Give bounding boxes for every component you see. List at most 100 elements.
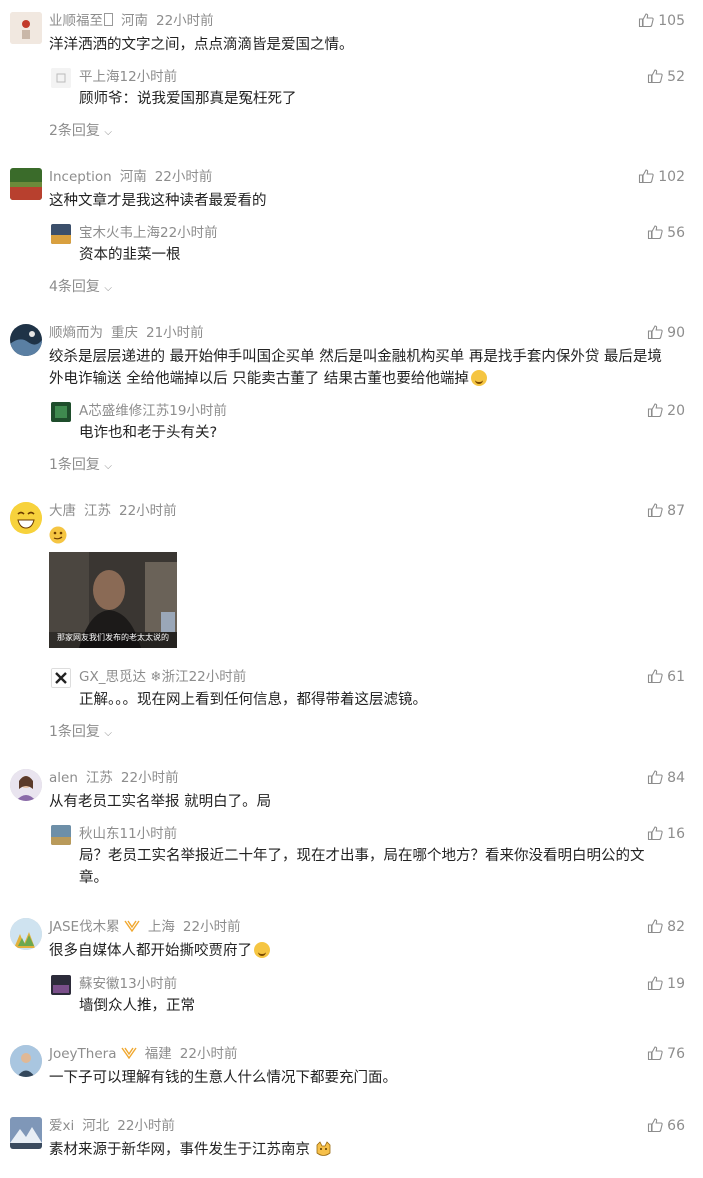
reply-username[interactable]: A芯盛维修 [79,403,142,419]
comment-text: 洋洋洒洒的文字之间，点点滴滴皆是爱国之情。 [49,37,354,53]
timestamp: 22小时前 [119,503,177,519]
like-count: 61 [667,669,685,685]
emoji-icon [470,370,487,386]
reply-meta: 秋山东11小时前 [79,825,177,843]
comment-meta: 爱xi 河北 22小时前 [49,1117,175,1135]
cat-face-icon [316,1141,331,1156]
avatar[interactable] [10,769,42,801]
reply-avatar[interactable] [51,668,71,688]
like-count: 90 [667,325,685,341]
chevron-down-icon: ⌵ [104,283,112,294]
like-button[interactable]: 90 [647,324,685,342]
like-button[interactable]: 82 [647,918,685,936]
username[interactable]: 爱xi [49,1118,74,1134]
timestamp: 22小时前 [156,13,214,29]
reply-like-button[interactable]: 52 [647,68,685,86]
reply-timestamp: 22小时前 [160,225,218,241]
thumbs-up-icon [648,503,663,518]
comment-meta: 顺熵而为 重庆 21小时前 [49,324,204,342]
avatar[interactable] [10,502,42,534]
username[interactable]: alen [49,770,78,786]
thumbs-up-icon [648,225,663,240]
reply-meta: GX_思觅达 ❄浙江22小时前 [79,668,246,686]
avatar-image-icon [10,1045,42,1077]
like-button[interactable]: 87 [647,502,685,520]
reply-avatar[interactable] [51,975,71,995]
username[interactable]: JASE伐木累 [49,919,120,935]
timestamp: 22小时前 [182,919,241,935]
avatar[interactable] [10,918,42,950]
avatar[interactable] [10,1045,42,1077]
username[interactable]: Inception [49,169,112,185]
avatar[interactable] [10,168,42,200]
reply-username[interactable]: 秋 [79,826,93,842]
username[interactable]: 大唐 [49,503,76,519]
username[interactable]: 顺熵而为 [49,325,103,341]
comment-text-line: 绞杀是层层递进的 最开始伸手叫国企买单 然后是叫金融机构买单 再是找手套内保外贷… [49,349,662,365]
timestamp: 21小时前 [146,325,204,341]
reply-text: 电诈也和老于头有关? [79,425,218,441]
like-button[interactable]: 84 [647,769,685,787]
reply-meta: A芯盛维修江苏19小时前 [79,402,227,420]
comment-text: 素材来源于新华网，事件发生于江苏南京 [49,1139,689,1161]
reply-timestamp: 11小时前 [119,826,178,842]
username[interactable]: 业顺福至 [49,13,103,29]
like-count: 19 [667,976,685,992]
reply-username[interactable]: 蘇 [79,976,93,992]
reply-avatar[interactable] [51,224,71,244]
timestamp: 22小时前 [120,770,179,786]
comment-text: 从有老员工实名举报 就明白了。局 [49,794,272,810]
comment-image[interactable]: 那家网友我们发布的老太太说的 [49,552,177,648]
thumbs-up-icon [648,69,663,84]
reply-username[interactable]: GX_思觅达 [79,669,146,685]
reply-timestamp: 12小时前 [119,69,178,85]
location: 河南 [121,13,148,29]
like-button[interactable]: 105 [638,12,685,30]
avatar-image-icon [10,168,42,200]
avatar-image-icon [10,769,42,801]
reply-text-line: 局？老员工实名举报近二十年了，现在才出事，局在哪个地方？看来你没看明白明公的文 [79,848,645,864]
avatar-image-icon [51,402,71,422]
username[interactable]: JoeyThera [49,1046,116,1062]
more-replies-link[interactable]: 2条回复 ⌵ [49,122,112,142]
reply-meta: 宝木火韦上海22小时前 [79,224,218,242]
location: 重庆 [111,325,138,341]
thumbs-up-icon [648,403,663,418]
avatar[interactable] [10,1117,42,1149]
avatar[interactable] [10,12,42,44]
like-button[interactable]: 102 [638,168,685,186]
reply-username[interactable]: 平 [79,69,93,85]
reply-like-button[interactable]: 16 [647,825,685,843]
reply-avatar[interactable] [51,825,71,845]
comment-text: 一下子可以理解有钱的生意人什么情况下都要充门面。 [49,1070,397,1086]
more-replies-link[interactable]: 1条回复 ⌵ [49,723,112,743]
reply-username[interactable]: 宝木火韦 [79,225,133,241]
comment-text: 这种文章才是我这种读者最爱看的 [49,193,267,209]
more-replies-link[interactable]: 1条回复 ⌵ [49,456,112,476]
location: 福建 [144,1046,172,1062]
avatar-image-icon [51,68,71,88]
thumbs-up-icon [639,169,654,184]
avatar[interactable] [10,324,42,356]
reply-avatar[interactable] [51,68,71,88]
location: 江苏 [85,770,113,786]
like-button[interactable]: 66 [647,1117,685,1135]
comment-meta: JoeyThera 福建 22小时前 [49,1045,237,1063]
comment-text-line: 外电诈输送 全给他端掉以后 只能卖古董了 结果古董也要给他端掉 [49,368,689,390]
location: 江苏 [84,503,111,519]
reply-location: 安徽 [92,976,120,992]
reply-avatar[interactable] [51,402,71,422]
reply-location: 山东 [92,826,120,842]
more-replies-link[interactable]: 4条回复 ⌵ [49,278,112,298]
like-button[interactable]: 76 [647,1045,685,1063]
reply-like-button[interactable]: 20 [647,402,685,420]
photo-image: 那家网友我们发布的老太太说的 [49,552,177,648]
reply-like-button[interactable]: 19 [647,975,685,993]
reply-meta: 蘇安徽13小时前 [79,975,177,993]
reply-location: 上海 [92,69,120,85]
like-count: 105 [658,13,685,29]
thumbs-up-icon [648,919,663,934]
reply-like-button[interactable]: 61 [647,668,685,686]
reply-text: 资本的韭菜一根 [79,247,181,263]
reply-like-button[interactable]: 56 [647,224,685,242]
